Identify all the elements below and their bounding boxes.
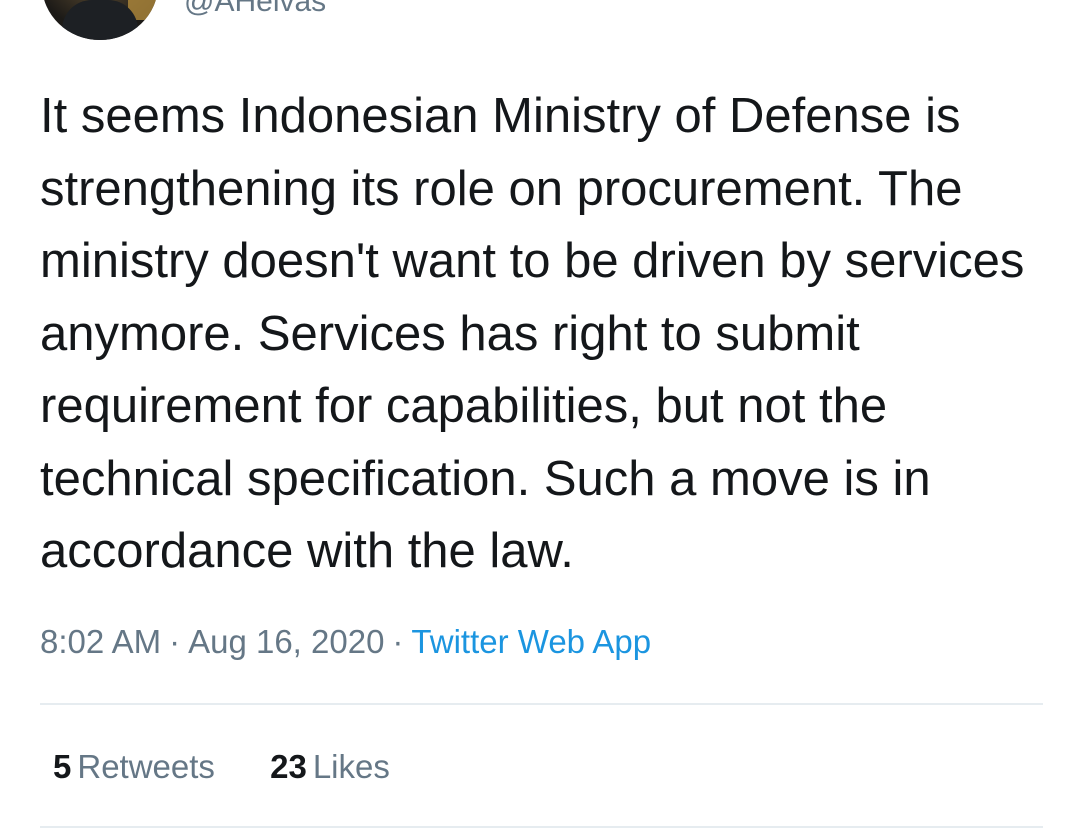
tweet-text: It seems Indonesian Ministry of Defense … [40,89,1025,578]
meta-separator: · [169,623,181,660]
divider [40,826,1043,828]
tweet-stats: 5 Retweets 23 Likes [53,745,436,789]
avatar-figure [62,0,138,40]
retweets-label: Retweets [77,748,215,785]
meta-separator: · [392,623,404,660]
tweet-date[interactable]: Aug 16, 2020 [188,623,384,660]
tweet-meta: 8:02 AM · Aug 16, 2020 · Twitter Web App [40,620,651,664]
likes-stat[interactable]: 23 Likes [270,748,390,785]
divider [40,703,1043,705]
tweet-time[interactable]: 8:02 AM [40,623,161,660]
tweet-source-link[interactable]: Twitter Web App [411,623,651,660]
likes-count: 23 [270,748,307,785]
likes-label: Likes [312,748,390,785]
retweets-count: 5 [53,748,72,785]
user-handle[interactable]: @AHelvas [184,0,326,20]
retweets-stat[interactable]: 5 Retweets [53,748,215,785]
avatar[interactable] [42,0,158,40]
